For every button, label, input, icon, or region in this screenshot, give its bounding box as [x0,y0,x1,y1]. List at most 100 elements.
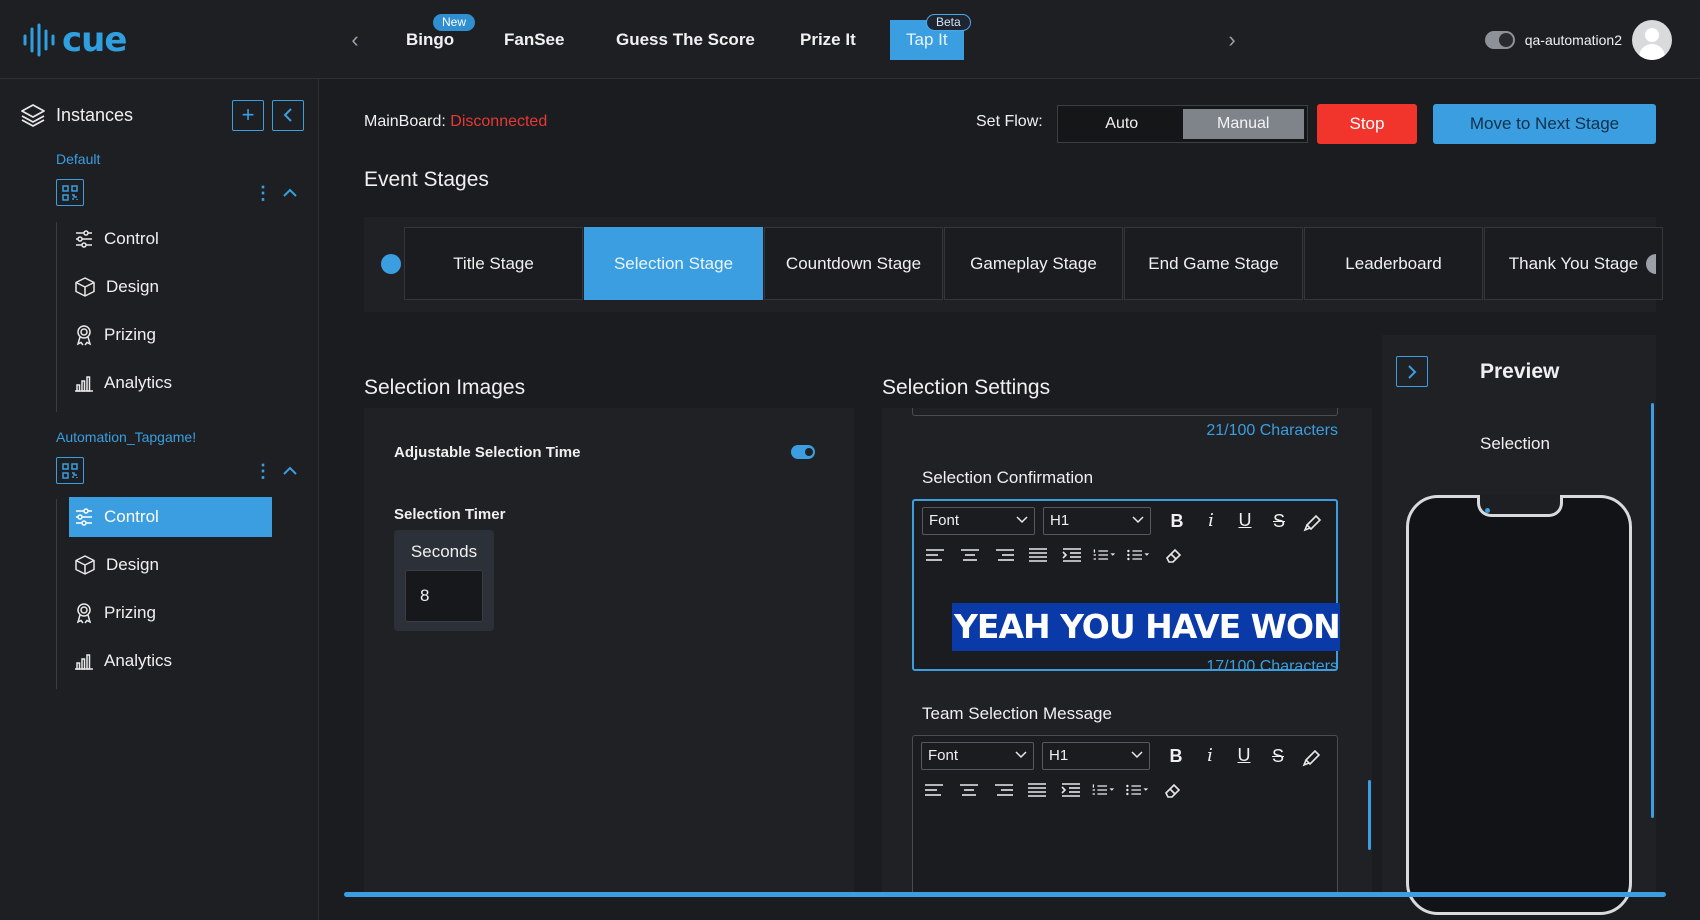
stage-leaderboard[interactable]: Leaderboard [1304,227,1483,300]
collapse-sidebar-button[interactable] [272,100,304,131]
bar-chart-icon [75,654,93,670]
flow-option-manual[interactable]: Manual [1182,109,1304,139]
phone-preview [1406,495,1632,915]
bullet-list-icon[interactable] [1126,545,1150,565]
font-select[interactable]: Font [922,507,1035,535]
user-avatar-icon[interactable] [1632,20,1672,60]
add-instance-button[interactable]: + [232,100,264,131]
expand-preview-button[interactable] [1396,356,1428,387]
chevron-up-icon[interactable] [280,460,300,482]
move-to-next-stage-button[interactable]: Move to Next Stage [1433,104,1656,144]
sidebar-item-prizing[interactable]: Prizing [69,593,272,633]
italic-icon[interactable]: i [1200,510,1222,532]
sidebar-item-label: Design [106,555,159,574]
qr-grid-button[interactable] [56,457,84,484]
stop-button[interactable]: Stop [1317,104,1417,144]
char-count: 21/100 Characters [1206,422,1338,439]
numbered-list-icon[interactable] [1091,780,1115,800]
stage-end-game[interactable]: End Game Stage [1124,227,1303,300]
set-flow-label: Set Flow: [976,113,1043,130]
flow-option-auto[interactable]: Auto [1061,109,1183,139]
connection-status: Disconnected [450,113,548,130]
user-menu[interactable]: qa-automation2 [1484,19,1672,61]
settings-scrollbar[interactable] [1368,780,1371,850]
team-selection-message-editor[interactable]: Font H1 B i U S [912,735,1338,892]
chevron-left-icon[interactable]: ‹ [345,26,365,54]
indent-icon[interactable] [1059,780,1083,800]
tab-guess-the-score[interactable]: Guess The Score [616,26,755,54]
adjustable-time-switch[interactable] [791,445,815,459]
align-left-icon[interactable] [924,545,948,565]
heading-select[interactable]: H1 [1043,507,1151,535]
align-center-icon[interactable] [957,780,981,800]
timer-unit-label: Seconds [410,542,478,561]
selection-timer-label: Selection Timer [394,506,506,523]
stage-selection[interactable]: Selection Stage [584,227,763,300]
cue-logo[interactable]: cue [22,20,127,60]
group-name-default[interactable]: Default [56,151,100,167]
sidebar-item-analytics[interactable]: Analytics [69,641,272,681]
underline-icon[interactable]: U [1233,744,1255,766]
strikethrough-icon[interactable]: S [1268,510,1290,532]
sidebar-item-control[interactable]: Control [69,219,272,259]
stage-countdown[interactable]: Countdown Stage [764,227,943,300]
chevron-down-icon [1132,516,1144,524]
highlighter-icon[interactable] [1302,511,1324,533]
strikethrough-icon[interactable]: S [1267,745,1289,767]
mainboard-status: MainBoard: Disconnected [364,113,547,131]
indent-icon[interactable] [1060,545,1084,565]
sidebar-item-design[interactable]: Design [69,267,272,307]
sidebar-item-design[interactable]: Design [69,545,272,585]
tab-bingo[interactable]: Bingo [406,26,454,54]
underline-icon[interactable]: U [1234,509,1256,531]
chevron-right-icon[interactable]: › [1222,26,1242,54]
horizontal-scrollbar[interactable] [344,892,1666,897]
eraser-icon[interactable] [1162,545,1186,565]
sidebar-item-label: Control [104,507,159,526]
numbered-list-icon[interactable] [1092,545,1116,565]
highlighter-icon[interactable] [1301,746,1323,768]
font-select-value: Font [929,512,960,529]
theme-toggle-icon[interactable] [1484,31,1515,49]
selection-settings-title: Selection Settings [882,376,1051,399]
previous-text-field[interactable] [912,408,1338,416]
preview-scrollbar[interactable] [1651,403,1654,818]
timer-seconds-input[interactable] [405,570,483,622]
align-left-icon[interactable] [923,780,947,800]
italic-icon[interactable]: i [1199,745,1221,767]
align-justify-icon[interactable] [1026,545,1050,565]
sidebar-item-prizing[interactable]: Prizing [69,315,272,355]
stage-title[interactable]: Title Stage [404,227,583,300]
align-right-icon[interactable] [992,545,1016,565]
chevron-up-icon[interactable] [280,182,300,204]
align-justify-icon[interactable] [1025,780,1049,800]
selection-confirmation-editor[interactable]: Font H1 B i U S YEAH YOU HAVE WON [912,499,1341,671]
align-right-icon[interactable] [991,780,1015,800]
group-options-kebab-icon[interactable]: ⋮ [254,460,272,482]
heading-select[interactable]: H1 [1042,742,1150,770]
bullet-list-icon[interactable] [1125,780,1149,800]
align-center-icon[interactable] [958,545,982,565]
qr-grid-button[interactable] [56,179,84,206]
stage-thank-you[interactable]: Thank You Stage [1484,227,1663,300]
bold-icon[interactable]: B [1165,745,1187,767]
sidebar-item-label: Design [106,277,159,296]
stage-gameplay[interactable]: Gameplay Stage [944,227,1123,300]
chevron-down-icon [1016,516,1028,524]
preview-panel: Preview Selection [1382,335,1656,915]
chevron-down-icon [1131,751,1143,759]
group-options-kebab-icon[interactable]: ⋮ [254,182,272,204]
sliders-icon [76,230,92,248]
bold-icon[interactable]: B [1166,510,1188,532]
flow-toggle[interactable]: Auto Manual [1057,105,1308,143]
sidebar-item-analytics[interactable]: Analytics [69,363,272,403]
tab-prize-it[interactable]: Prize It [800,26,856,54]
font-select[interactable]: Font [921,742,1034,770]
tab-fansee[interactable]: FanSee [504,26,564,54]
eraser-icon[interactable] [1161,780,1185,800]
sidebar-item-label: Analytics [104,651,173,670]
group-name-automation-tapgame[interactable]: Automation_Tapgame! [56,429,196,445]
sidebar-item-label: Control [104,229,159,248]
award-icon [76,603,92,624]
sidebar-item-control-active[interactable]: Control [69,497,272,537]
